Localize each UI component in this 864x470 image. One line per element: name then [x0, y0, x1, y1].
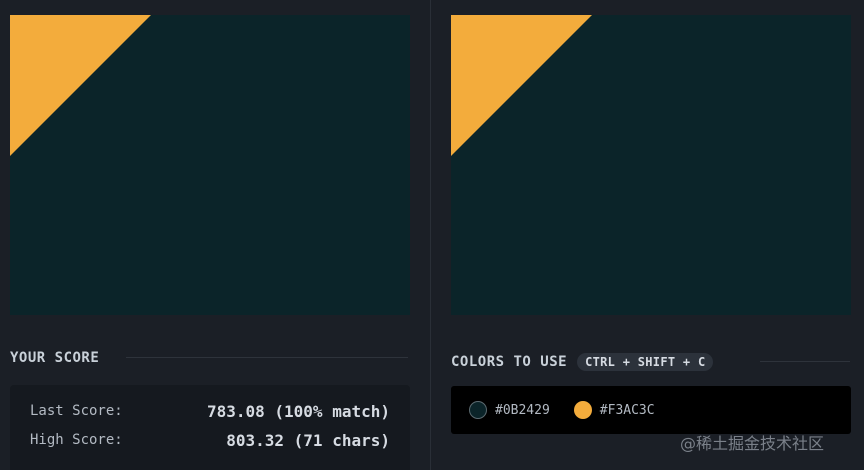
color-dot-orange	[573, 401, 592, 419]
colors-title: COLORS TO USE CTRL + SHIFT + C	[451, 352, 714, 372]
target-preview-canvas	[451, 15, 851, 315]
color-palette: #0B2429 #F3AC3C	[451, 386, 851, 434]
target-preview	[451, 15, 851, 315]
color-swatch-orange[interactable]: #F3AC3C	[573, 401, 655, 419]
copy-colors-shortcut-badge: CTRL + SHIFT + C	[577, 353, 714, 371]
column-divider	[430, 0, 431, 470]
score-title-rule	[126, 357, 408, 358]
watermark: @稀土掘金技术社区	[680, 434, 825, 453]
last-score-label: Last Score:	[30, 403, 123, 419]
output-preview-canvas	[10, 15, 410, 315]
score-box: Last Score: 783.08 (100% match) High Sco…	[10, 385, 410, 470]
high-score-row: High Score: 803.32 (71 chars)	[30, 429, 390, 451]
colors-title-rule	[760, 361, 850, 362]
score-title: YOUR SCORE	[10, 350, 100, 366]
color-swatch-dark[interactable]: #0B2429	[469, 401, 550, 419]
last-score-row: Last Score: 783.08 (100% match)	[30, 400, 390, 422]
output-preview[interactable]	[10, 15, 410, 315]
last-score-value: 783.08 (100% match)	[206, 401, 390, 421]
high-score-label: High Score:	[30, 432, 123, 448]
colors-title-text: COLORS TO USE	[451, 354, 568, 370]
color-code-dark[interactable]: #0B2429	[495, 403, 550, 418]
high-score-value: 803.32 (71 chars)	[226, 430, 390, 450]
color-code-orange[interactable]: #F3AC3C	[600, 403, 655, 418]
page: YOUR SCORE Last Score: 783.08 (100% matc…	[0, 0, 864, 470]
color-dot-dark	[469, 401, 487, 419]
